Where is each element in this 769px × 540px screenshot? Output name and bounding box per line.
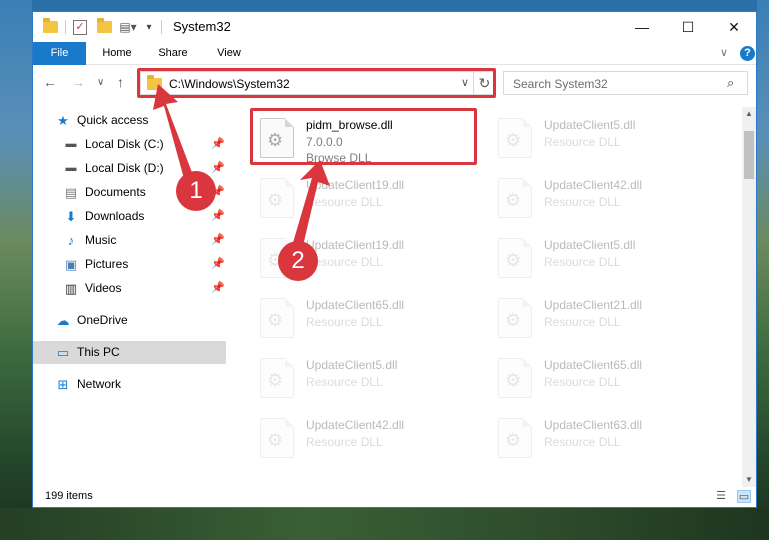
annotation-arrows [153,84,330,250]
arrow-2-icon [292,160,330,250]
arrow-1-icon [153,84,196,186]
callout-2: 2 [278,241,318,281]
callout-1: 1 [176,171,216,211]
